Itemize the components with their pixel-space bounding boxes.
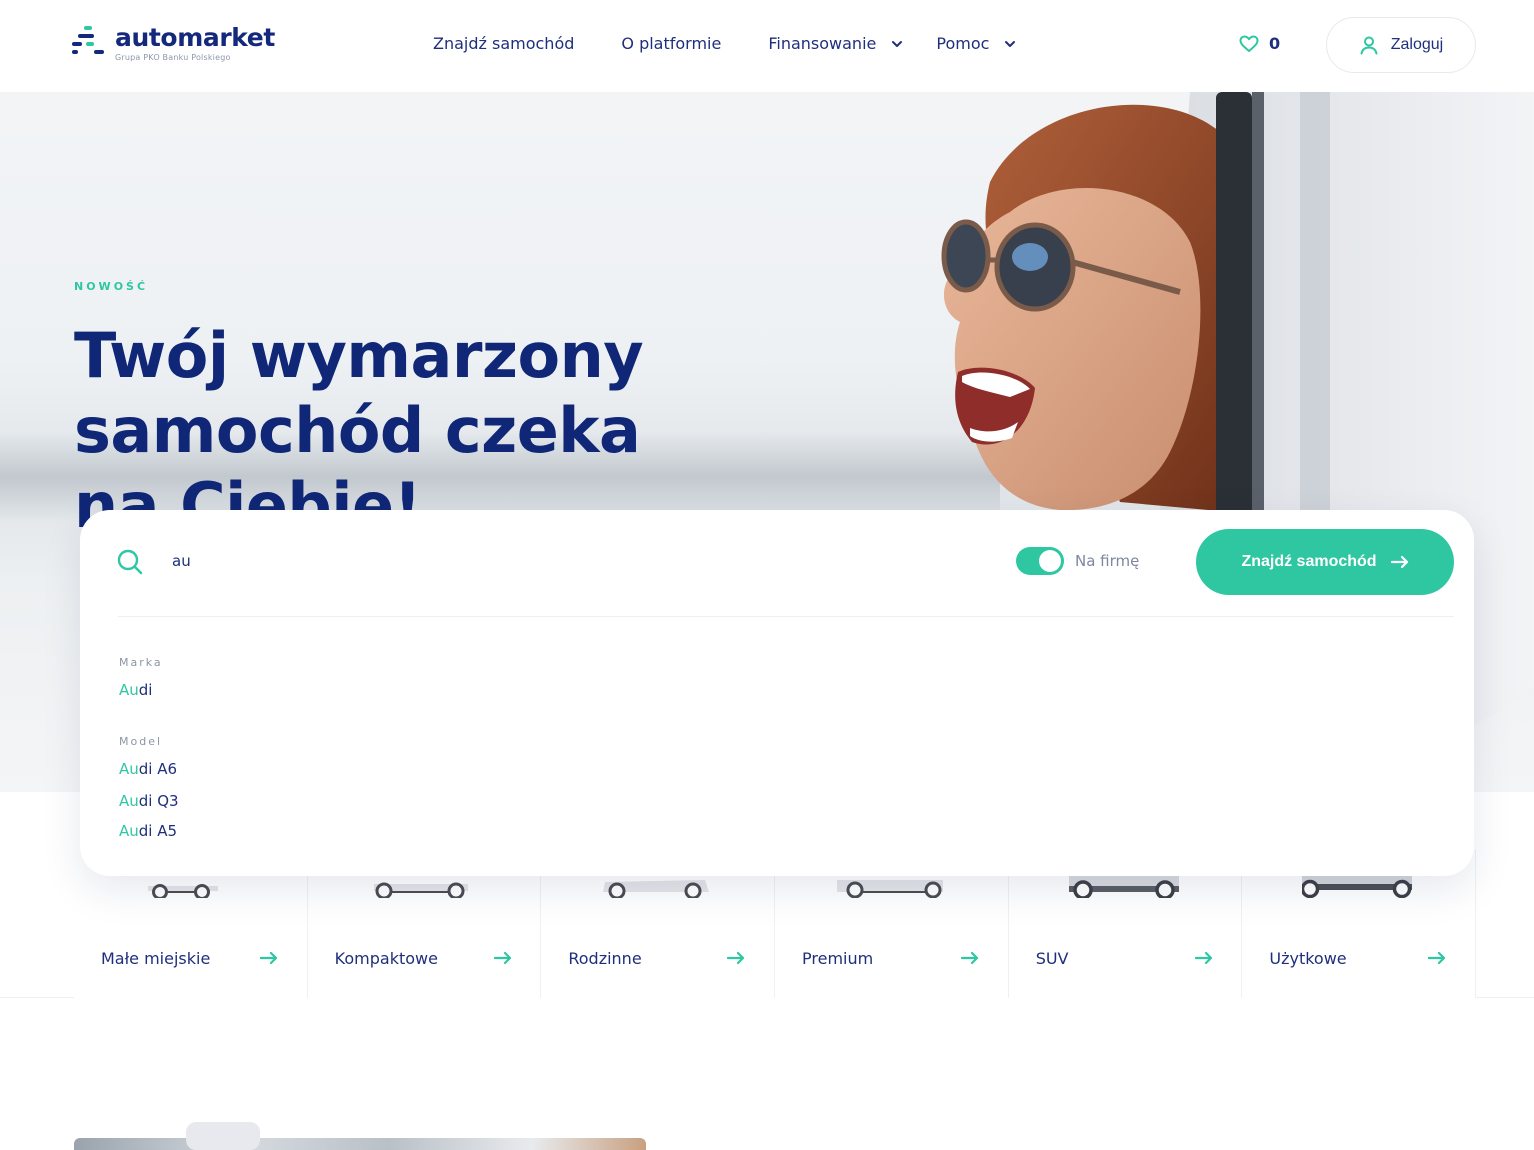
- nav-item-about-platform[interactable]: O platformie: [621, 34, 721, 53]
- brand-name: automarket: [115, 23, 275, 52]
- nav-item-find-car[interactable]: Znajdź samochód: [433, 34, 574, 53]
- suggestion-rest: di A5: [138, 822, 178, 840]
- suggest-group-brand: Marka: [119, 656, 163, 669]
- suggestion-rest: di A6: [138, 760, 178, 778]
- suggest-group-model: Model: [119, 735, 163, 748]
- heart-icon: [1239, 35, 1259, 52]
- main-nav: Znajdź samochód O platformie Finansowani…: [433, 34, 1017, 53]
- favorites-count: 0: [1269, 34, 1281, 53]
- suggestion-model-audi-a6[interactable]: Audi A6: [119, 760, 177, 778]
- find-car-button-label: Znajdź samochód: [1241, 553, 1377, 570]
- category-label: Premium: [802, 949, 874, 968]
- category-label: Rodzinne: [568, 949, 642, 968]
- search-icon: [117, 549, 143, 575]
- nav-item-financing[interactable]: Finansowanie: [768, 34, 904, 53]
- category-label: Kompaktowe: [334, 949, 438, 968]
- suggestion-model-audi-q3[interactable]: Audi Q3: [119, 792, 179, 810]
- login-label: Zaloguj: [1390, 36, 1444, 53]
- automarket-logo-icon: [72, 26, 106, 56]
- suggestion-match: Au: [119, 822, 139, 840]
- search-divider: [118, 616, 1454, 617]
- suggestion-match: Au: [119, 792, 139, 810]
- arrow-right-icon: [727, 951, 745, 965]
- suggestion-model-audi-a5[interactable]: Audi A5: [119, 822, 177, 840]
- chevron-down-icon: [1005, 40, 1016, 47]
- suggestion-rest: di: [138, 681, 153, 699]
- hero-kicker: NOWOŚĆ: [74, 280, 149, 293]
- next-section-image-preview: [74, 1122, 646, 1150]
- arrow-right-icon: [961, 951, 979, 965]
- company-toggle[interactable]: [1016, 547, 1064, 575]
- suggestion-match: Au: [119, 760, 139, 778]
- company-toggle-label: Na firmę: [1075, 552, 1140, 570]
- suggestion-rest: di Q3: [138, 792, 179, 810]
- find-car-button[interactable]: Znajdź samochód: [1196, 529, 1454, 595]
- nav-item-label: O platformie: [621, 34, 722, 53]
- arrow-right-icon: [1428, 951, 1446, 965]
- nav-item-label: Znajdź samochód: [433, 34, 575, 53]
- arrow-right-icon: [1194, 951, 1212, 965]
- nav-item-help[interactable]: Pomoc: [936, 34, 1017, 53]
- search-panel: Na firmę Znajdź samochód Marka Audi Mode…: [80, 510, 1474, 876]
- nav-item-label: Finansowanie: [768, 34, 877, 53]
- login-button[interactable]: Zaloguj: [1326, 17, 1476, 73]
- category-label: Użytkowe: [1269, 949, 1347, 968]
- search-input[interactable]: [172, 548, 932, 574]
- brand-logo[interactable]: automarket Grupa PKO Banku Polskiego: [72, 24, 275, 62]
- headline-line-1: Twój wymarzony: [74, 319, 644, 392]
- suggestion-match: Au: [119, 681, 139, 699]
- category-label: Małe miejskie: [101, 949, 211, 968]
- brand-tagline: Grupa PKO Banku Polskiego: [115, 53, 231, 62]
- toggle-knob: [1039, 550, 1061, 572]
- chevron-down-icon: [892, 40, 903, 47]
- category-label: SUV: [1035, 949, 1069, 968]
- arrow-right-icon: [260, 951, 278, 965]
- suggestion-brand-audi[interactable]: Audi: [119, 681, 152, 699]
- arrow-right-icon: [493, 951, 511, 965]
- user-icon: [1360, 36, 1378, 55]
- arrow-right-icon: [1390, 555, 1408, 569]
- favorites-link[interactable]: 0: [1239, 34, 1280, 53]
- headline-line-2: samochód czeka: [74, 394, 641, 467]
- site-header: automarket Grupa PKO Banku Polskiego Zna…: [0, 0, 1534, 92]
- nav-item-label: Pomoc: [936, 34, 990, 53]
